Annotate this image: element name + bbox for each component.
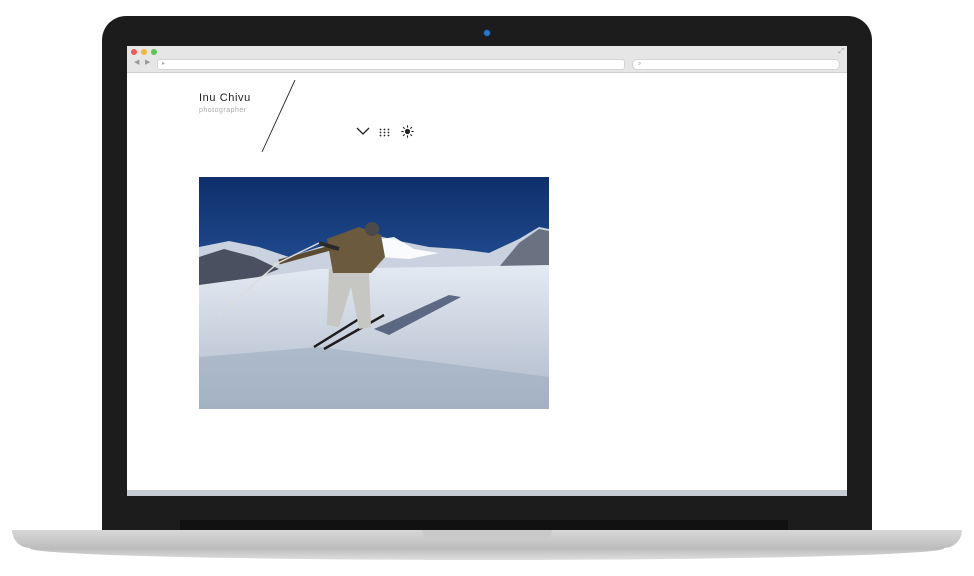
laptop-opening-notch [422,530,552,540]
chevron-down-icon[interactable] [356,126,370,136]
sun-icon[interactable] [401,125,414,138]
page-scrollbar[interactable] [127,490,847,496]
laptop-base-shadow [30,546,944,560]
browser-window: ◀ ▶ ▸ ⌕ ⤢ Inu Chivu photographer [127,46,847,496]
decorative-slash [261,79,296,153]
grid-dots-icon[interactable] [379,128,390,137]
webcam-icon [484,30,490,36]
skier-photo[interactable] [199,177,549,409]
